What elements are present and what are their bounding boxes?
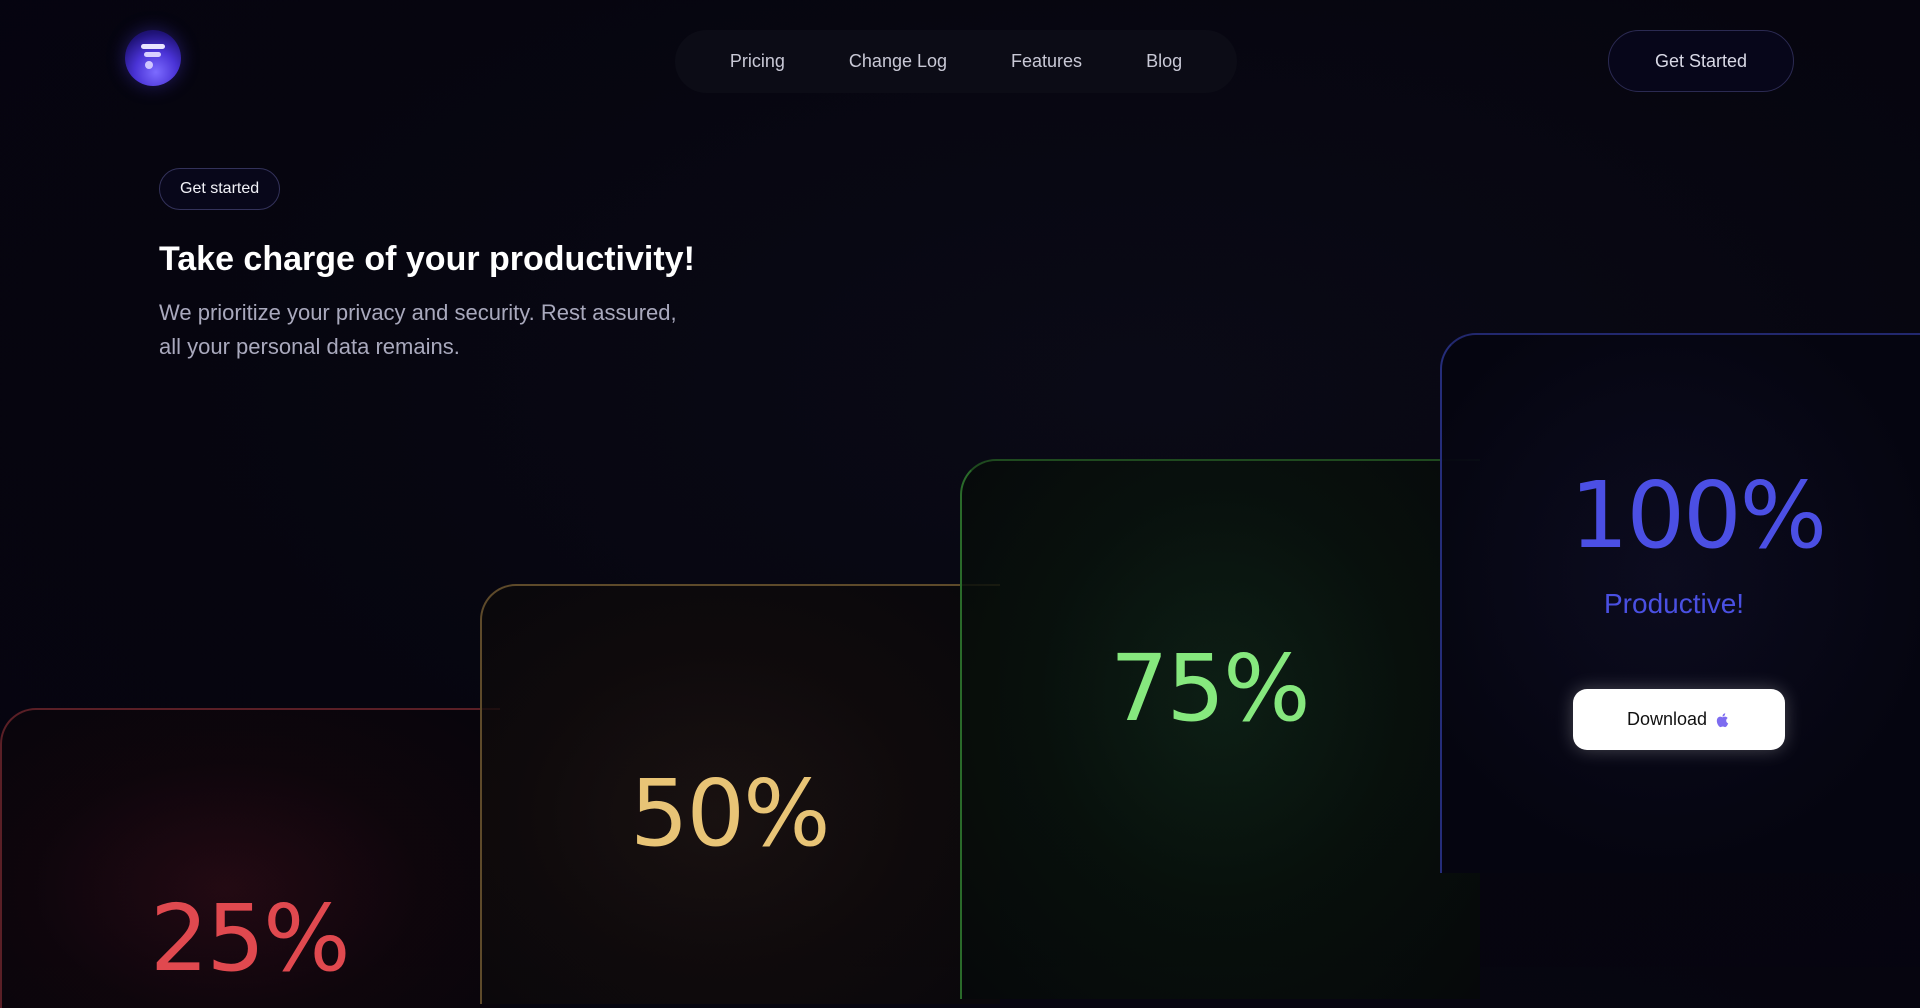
apple-icon bbox=[1716, 712, 1729, 727]
stacked-bars-logo-icon bbox=[141, 44, 165, 69]
nav-item-pricing[interactable]: Pricing bbox=[698, 51, 817, 72]
stat-value-50: 50% bbox=[630, 760, 830, 867]
get-started-button[interactable]: Get Started bbox=[1608, 30, 1794, 92]
nav-item-change-log[interactable]: Change Log bbox=[817, 51, 979, 72]
main-nav: Pricing Change Log Features Blog bbox=[675, 30, 1237, 93]
nav-item-features[interactable]: Features bbox=[979, 51, 1114, 72]
stat-value-100: 100% bbox=[1570, 462, 1827, 569]
productive-caption: Productive! bbox=[1604, 588, 1745, 619]
get-started-pill-button[interactable]: Get started bbox=[159, 168, 281, 210]
download-button-label: Download bbox=[1626, 709, 1708, 729]
stat-value-25: 25% bbox=[150, 885, 350, 992]
hero-title: Take charge of your productivity! bbox=[159, 240, 695, 278]
brand-logo[interactable] bbox=[125, 30, 181, 86]
download-button[interactable]: Download bbox=[1573, 689, 1785, 750]
hero-subtitle: We prioritize your privacy and security.… bbox=[159, 300, 677, 359]
nav-item-blog[interactable]: Blog bbox=[1114, 51, 1214, 72]
stat-value-75: 75% bbox=[1110, 635, 1310, 742]
